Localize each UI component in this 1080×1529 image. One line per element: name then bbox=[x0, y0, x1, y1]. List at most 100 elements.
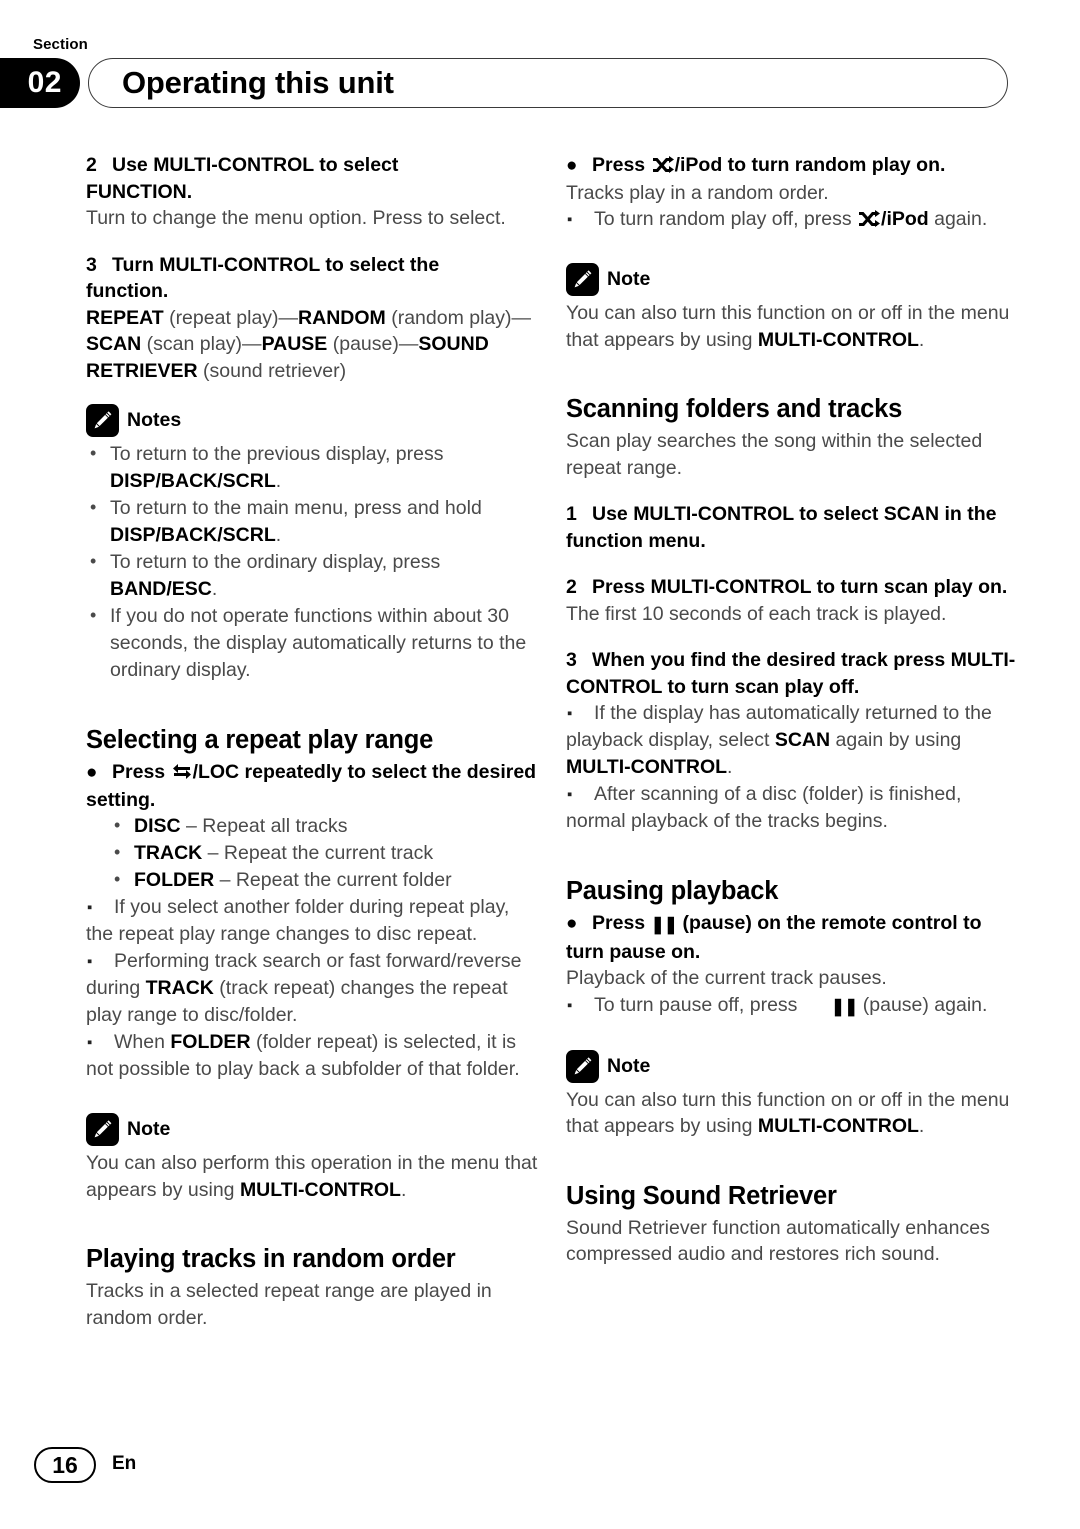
heading-selecting-repeat-play-range: Selecting a repeat play range bbox=[86, 726, 434, 754]
step-3-number: 3 bbox=[86, 253, 97, 276]
bullet-dot-icon: ● bbox=[566, 155, 578, 176]
note-body-random: You can also turn this function on or of… bbox=[566, 300, 1018, 353]
note-body-post: . bbox=[400, 1178, 407, 1201]
note-0-bold: DISP/BACK/SCRL bbox=[110, 470, 276, 492]
random-instruction-post: /iPod to turn random play on. bbox=[674, 154, 946, 176]
page-title: Operating this unit bbox=[122, 65, 394, 100]
shuffle-icon bbox=[652, 156, 674, 173]
chain-1-bold: RANDOM bbox=[298, 306, 386, 329]
random-note-post: again. bbox=[928, 208, 988, 230]
list-item: DISC – Repeat all tracks bbox=[86, 812, 538, 840]
note-1-post: . bbox=[275, 524, 282, 546]
pencil-icon bbox=[86, 404, 119, 437]
step-3-heading: 3 Turn MULTI-CONTROL to select the functi… bbox=[86, 252, 538, 305]
document-page: Section 02 Operating this unit 2 Use MULT… bbox=[0, 0, 1080, 1529]
random-note-list: To turn random play off, press /iPod aga… bbox=[566, 206, 1018, 233]
option-2-bold: FOLDER bbox=[134, 869, 215, 891]
list-item: If the display has automatically returne… bbox=[566, 700, 1018, 781]
snote-0-t3: MULTI-CONTROL bbox=[566, 756, 728, 778]
random-instruction-pre: Press bbox=[592, 154, 651, 176]
rnote-2-t0: When bbox=[114, 1031, 171, 1053]
repeat-options-list: DISC – Repeat all tracks TRACK – Repeat … bbox=[86, 812, 538, 894]
note-label: Note bbox=[607, 1054, 651, 1077]
function-chain: REPEAT (repeat play)—RANDOM (random play… bbox=[86, 305, 538, 385]
note-label: Note bbox=[607, 268, 651, 291]
chain-0-plain: (repeat play)— bbox=[163, 306, 299, 329]
pause-note-list: To turn pause off, press ❚❚ (pause) agai… bbox=[566, 992, 1018, 1020]
note2-body-bold: MULTI-CONTROL bbox=[757, 1115, 919, 1137]
page-header: Section 02 Operating this unit bbox=[0, 36, 1080, 124]
note-header-random: Note bbox=[566, 263, 1018, 296]
step-3-title-b: function. bbox=[86, 280, 169, 302]
notes-label: Notes bbox=[127, 409, 182, 432]
bullet-dot-icon: ● bbox=[86, 762, 98, 783]
notes-list: To return to the previous display, press… bbox=[86, 440, 538, 684]
note-2-bold: BAND/ESC bbox=[110, 578, 212, 600]
random-instruction: ● Press /iPod to turn random play on. bbox=[566, 152, 1018, 180]
note-2-pre: To return to the ordinary display, press bbox=[110, 551, 441, 573]
list-item: Performing track search or fast forward/… bbox=[86, 948, 538, 1029]
list-item: FOLDER – Repeat the current folder bbox=[86, 866, 538, 894]
pause-note-pre: To turn pause off, press bbox=[594, 993, 803, 1016]
option-1-plain: – Repeat the current track bbox=[202, 842, 434, 864]
notes-header: Notes bbox=[86, 404, 538, 437]
note-body-post: . bbox=[918, 328, 925, 351]
list-item: To turn random play off, press /iPod aga… bbox=[566, 206, 1018, 233]
chain-2-bold: SCAN bbox=[86, 333, 142, 355]
retriever-section-body: Sound Retriever function automatically e… bbox=[566, 1216, 990, 1266]
list-item: TRACK – Repeat the current track bbox=[86, 839, 538, 867]
step-3-title-a: Turn MULTI-CONTROL to select the bbox=[112, 253, 440, 276]
scan-step-3: 3 When you find the desired track press M… bbox=[566, 647, 1018, 700]
section-number-badge: 02 bbox=[0, 58, 80, 108]
page-number-badge: 16 bbox=[34, 1447, 96, 1483]
snote-0-t2: again by using bbox=[830, 729, 962, 751]
scan-step-1-number: 1 bbox=[566, 503, 577, 525]
random-section-body: Tracks in a selected repeat range are pl… bbox=[86, 1280, 492, 1329]
scan-step-2-body: The first 10 seconds of each track is pl… bbox=[566, 602, 947, 625]
two-way-arrow-icon bbox=[172, 763, 192, 780]
bullet-dot-icon: ● bbox=[566, 913, 578, 934]
scan-step-2-text: Press MULTI-CONTROL to turn scan play on… bbox=[592, 576, 1008, 598]
rnote-0-t0: If you select another folder during repe… bbox=[86, 896, 510, 945]
pencil-icon bbox=[566, 263, 599, 296]
pencil-icon bbox=[566, 1049, 599, 1083]
scan-step-3-text: When you find the desired track press MU… bbox=[566, 649, 1016, 698]
note-3-pre: If you do not operate functions within a… bbox=[110, 605, 527, 681]
heading-using-sound-retriever: Using Sound Retriever bbox=[566, 1181, 837, 1210]
section-label: Section bbox=[33, 36, 88, 53]
scan-step-2-number: 2 bbox=[566, 576, 577, 598]
chain-1-plain: (random play)— bbox=[385, 306, 532, 329]
note-2-post: . bbox=[211, 578, 218, 600]
right-column: ● Press /iPod to turn random play on. Tra… bbox=[566, 152, 1018, 1268]
option-1-bold: TRACK bbox=[134, 842, 203, 864]
chain-0-bold: REPEAT bbox=[86, 306, 164, 329]
note-body-bold: MULTI-CONTROL bbox=[239, 1178, 401, 1201]
scan-step-1-text: Use MULTI-CONTROL to select SCAN in the … bbox=[566, 503, 997, 552]
step-2-number: 2 bbox=[86, 154, 97, 176]
list-item: When FOLDER (folder repeat) is selected,… bbox=[86, 1029, 538, 1083]
repeat-instruction: ● Press /LOC repeatedly to select the des… bbox=[86, 759, 538, 813]
list-item: If you select another folder during repe… bbox=[86, 894, 538, 948]
step-2-heading: 2 Use MULTI-CONTROL to select FUNCTION. bbox=[86, 152, 538, 205]
random-instruction-body: Tracks play in a random order. bbox=[566, 181, 829, 204]
scan-section-body: Scan play searches the song within the s… bbox=[566, 430, 983, 479]
snote-0-t4: . bbox=[727, 756, 733, 778]
note-header-pause: Note bbox=[566, 1049, 1018, 1083]
step-2-body: Turn to change the menu option. Press to… bbox=[86, 207, 506, 229]
page-footer: 16 En bbox=[0, 1447, 1080, 1493]
rnote-2-t1: FOLDER bbox=[170, 1031, 251, 1053]
list-item: To return to the previous display, press… bbox=[86, 440, 538, 495]
snote-0-t1: SCAN bbox=[774, 729, 831, 751]
language-code: En bbox=[112, 1453, 137, 1474]
random-note-pre: To turn random play off, press bbox=[594, 208, 858, 230]
pause-note-post: (pause) again. bbox=[857, 993, 988, 1016]
chain-3-bold: PAUSE bbox=[261, 333, 328, 355]
scan-step-2: 2 Press MULTI-CONTROL to turn scan play o… bbox=[566, 574, 1018, 601]
pause-bars-icon: ❚❚ bbox=[650, 915, 678, 934]
option-2-plain: – Repeat the current folder bbox=[214, 869, 452, 891]
scan-step-1: 1 Use MULTI-CONTROL to select SCAN in the… bbox=[566, 501, 1018, 554]
note-label: Note bbox=[127, 1118, 171, 1141]
list-item: To return to the main menu, press and ho… bbox=[86, 494, 538, 549]
pencil-icon bbox=[86, 1113, 119, 1146]
option-0-plain: – Repeat all tracks bbox=[180, 815, 348, 837]
